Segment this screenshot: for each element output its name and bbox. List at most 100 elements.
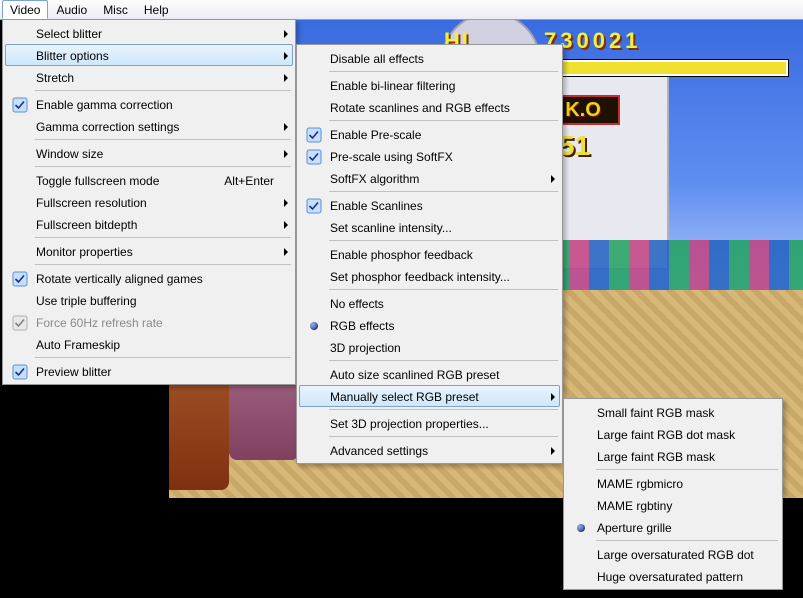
check-icon — [306, 198, 322, 214]
menu-item-no-effects[interactable]: No effects — [299, 292, 560, 314]
submenu-arrow-icon — [284, 52, 288, 60]
menu-item-label: Set scanline intensity... — [330, 221, 452, 235]
menu-item-large-faint-rgb-mask[interactable]: Large faint RGB mask — [566, 445, 780, 467]
menubar-item-help[interactable]: Help — [136, 0, 177, 19]
menu-item-triple-buffering[interactable]: Use triple buffering — [5, 289, 293, 311]
menu-item-label: Pre-scale using SoftFX — [330, 150, 453, 164]
submenu-arrow-icon — [284, 74, 288, 82]
menu-item-label: Gamma correction settings — [36, 120, 179, 134]
menu-item-huge-oversaturated-pattern[interactable]: Huge oversaturated pattern — [566, 565, 780, 587]
menu-item-manually-select-rgb[interactable]: Manually select RGB preset — [299, 385, 560, 407]
menu-item-label: Preview blitter — [36, 365, 111, 379]
submenu-arrow-icon — [284, 199, 288, 207]
video-menu: Select blitter Blitter options Stretch E… — [2, 19, 296, 385]
menu-item-mame-rgbtiny[interactable]: MAME rgbtiny — [566, 494, 780, 516]
menu-item-set-phosphor-intensity[interactable]: Set phosphor feedback intensity... — [299, 265, 560, 287]
menu-separator — [329, 71, 558, 72]
menu-item-blitter-options[interactable]: Blitter options — [5, 44, 293, 66]
menu-separator — [596, 469, 778, 470]
menu-item-aperture-grille[interactable]: Aperture grille — [566, 516, 780, 538]
menu-separator — [35, 357, 291, 358]
submenu-arrow-icon — [284, 30, 288, 38]
menu-item-label: Monitor properties — [36, 245, 133, 259]
check-icon — [12, 97, 28, 113]
menu-separator — [329, 289, 558, 290]
menu-item-label: Advanced settings — [330, 444, 428, 458]
menu-item-rotate-vertical[interactable]: Rotate vertically aligned games — [5, 267, 293, 289]
menu-item-label: MAME rgbmicro — [597, 477, 683, 491]
menu-item-gamma-settings[interactable]: Gamma correction settings — [5, 115, 293, 137]
menu-item-stretch[interactable]: Stretch — [5, 66, 293, 88]
menu-item-fullscreen-resolution[interactable]: Fullscreen resolution — [5, 191, 293, 213]
menu-separator — [35, 90, 291, 91]
menubar: Video Audio Misc Help — [0, 0, 803, 20]
menu-item-label: Auto size scanlined RGB preset — [330, 368, 499, 382]
menu-separator — [329, 240, 558, 241]
submenu-arrow-icon — [284, 123, 288, 131]
menu-item-label: Use triple buffering — [36, 294, 137, 308]
menu-separator — [35, 237, 291, 238]
menu-item-toggle-fullscreen[interactable]: Toggle fullscreen mode Alt+Enter — [5, 169, 293, 191]
menu-item-3d-projection[interactable]: 3D projection — [299, 336, 560, 358]
menu-item-label: Force 60Hz refresh rate — [36, 316, 163, 330]
menu-item-set-scanline-intensity[interactable]: Set scanline intensity... — [299, 216, 560, 238]
menubar-item-audio[interactable]: Audio — [48, 0, 95, 19]
menu-item-shortcut: Alt+Enter — [224, 170, 274, 192]
menu-item-auto-frameskip[interactable]: Auto Frameskip — [5, 333, 293, 355]
menu-item-label: Set phosphor feedback intensity... — [330, 270, 510, 284]
menu-item-preview-blitter[interactable]: Preview blitter — [5, 360, 293, 382]
menu-item-monitor-properties[interactable]: Monitor properties — [5, 240, 293, 262]
menu-item-label: Toggle fullscreen mode — [36, 174, 159, 188]
menu-item-label: Manually select RGB preset — [330, 390, 479, 404]
menu-item-label: Select blitter — [36, 27, 102, 41]
menubar-item-misc[interactable]: Misc — [95, 0, 136, 19]
menu-item-set-3d-properties[interactable]: Set 3D projection properties... — [299, 412, 560, 434]
menu-item-label: SoftFX algorithm — [330, 172, 419, 186]
menu-item-disable-all-effects[interactable]: Disable all effects — [299, 47, 560, 69]
menu-item-label: Disable all effects — [330, 52, 424, 66]
menu-item-label: Auto Frameskip — [36, 338, 120, 352]
menu-item-enable-bilinear[interactable]: Enable bi-linear filtering — [299, 74, 560, 96]
menu-item-label: Large faint RGB mask — [597, 450, 715, 464]
menu-item-label: 3D projection — [330, 341, 401, 355]
menu-item-rgb-effects[interactable]: RGB effects — [299, 314, 560, 336]
menu-item-label: Fullscreen bitdepth — [36, 218, 137, 232]
menu-item-label: Fullscreen resolution — [36, 196, 147, 210]
menu-item-label: Rotate vertically aligned games — [36, 272, 203, 286]
menu-item-label: Aperture grille — [597, 521, 672, 535]
menu-separator — [596, 540, 778, 541]
menu-item-enable-gamma[interactable]: Enable gamma correction — [5, 93, 293, 115]
menu-separator — [329, 191, 558, 192]
menu-item-large-faint-rgb-dot-mask[interactable]: Large faint RGB dot mask — [566, 423, 780, 445]
blitter-options-menu: Disable all effects Enable bi-linear fil… — [296, 44, 563, 464]
menu-item-select-blitter[interactable]: Select blitter — [5, 22, 293, 44]
menu-item-softfx-algorithm[interactable]: SoftFX algorithm — [299, 167, 560, 189]
menubar-item-video[interactable]: Video — [2, 0, 48, 19]
menu-item-advanced-settings[interactable]: Advanced settings — [299, 439, 560, 461]
menu-item-label: Rotate scanlines and RGB effects — [330, 101, 510, 115]
submenu-arrow-icon — [551, 175, 555, 183]
menu-separator — [329, 436, 558, 437]
menu-item-auto-size-rgb[interactable]: Auto size scanlined RGB preset — [299, 363, 560, 385]
check-icon — [12, 364, 28, 380]
submenu-arrow-icon — [551, 447, 555, 455]
menu-item-rotate-scanlines[interactable]: Rotate scanlines and RGB effects — [299, 96, 560, 118]
menu-item-label: Set 3D projection properties... — [330, 417, 489, 431]
menu-item-enable-scanlines[interactable]: Enable Scanlines — [299, 194, 560, 216]
menu-item-small-faint-rgb-mask[interactable]: Small faint RGB mask — [566, 401, 780, 423]
menu-item-enable-phosphor[interactable]: Enable phosphor feedback — [299, 243, 560, 265]
menu-item-mame-rgbmicro[interactable]: MAME rgbmicro — [566, 472, 780, 494]
menu-item-label: Blitter options — [36, 49, 109, 63]
menu-item-fullscreen-bitdepth[interactable]: Fullscreen bitdepth — [5, 213, 293, 235]
submenu-arrow-icon — [284, 221, 288, 229]
menu-item-window-size[interactable]: Window size — [5, 142, 293, 164]
menu-item-label: Enable Scanlines — [330, 199, 423, 213]
submenu-arrow-icon — [284, 150, 288, 158]
menu-item-enable-prescale[interactable]: Enable Pre-scale — [299, 123, 560, 145]
menu-item-label: Enable bi-linear filtering — [330, 79, 455, 93]
check-icon — [12, 271, 28, 287]
menu-item-label: Stretch — [36, 71, 74, 85]
menu-separator — [35, 264, 291, 265]
menu-item-prescale-softfx[interactable]: Pre-scale using SoftFX — [299, 145, 560, 167]
menu-item-large-oversaturated-rgb-dot[interactable]: Large oversaturated RGB dot — [566, 543, 780, 565]
